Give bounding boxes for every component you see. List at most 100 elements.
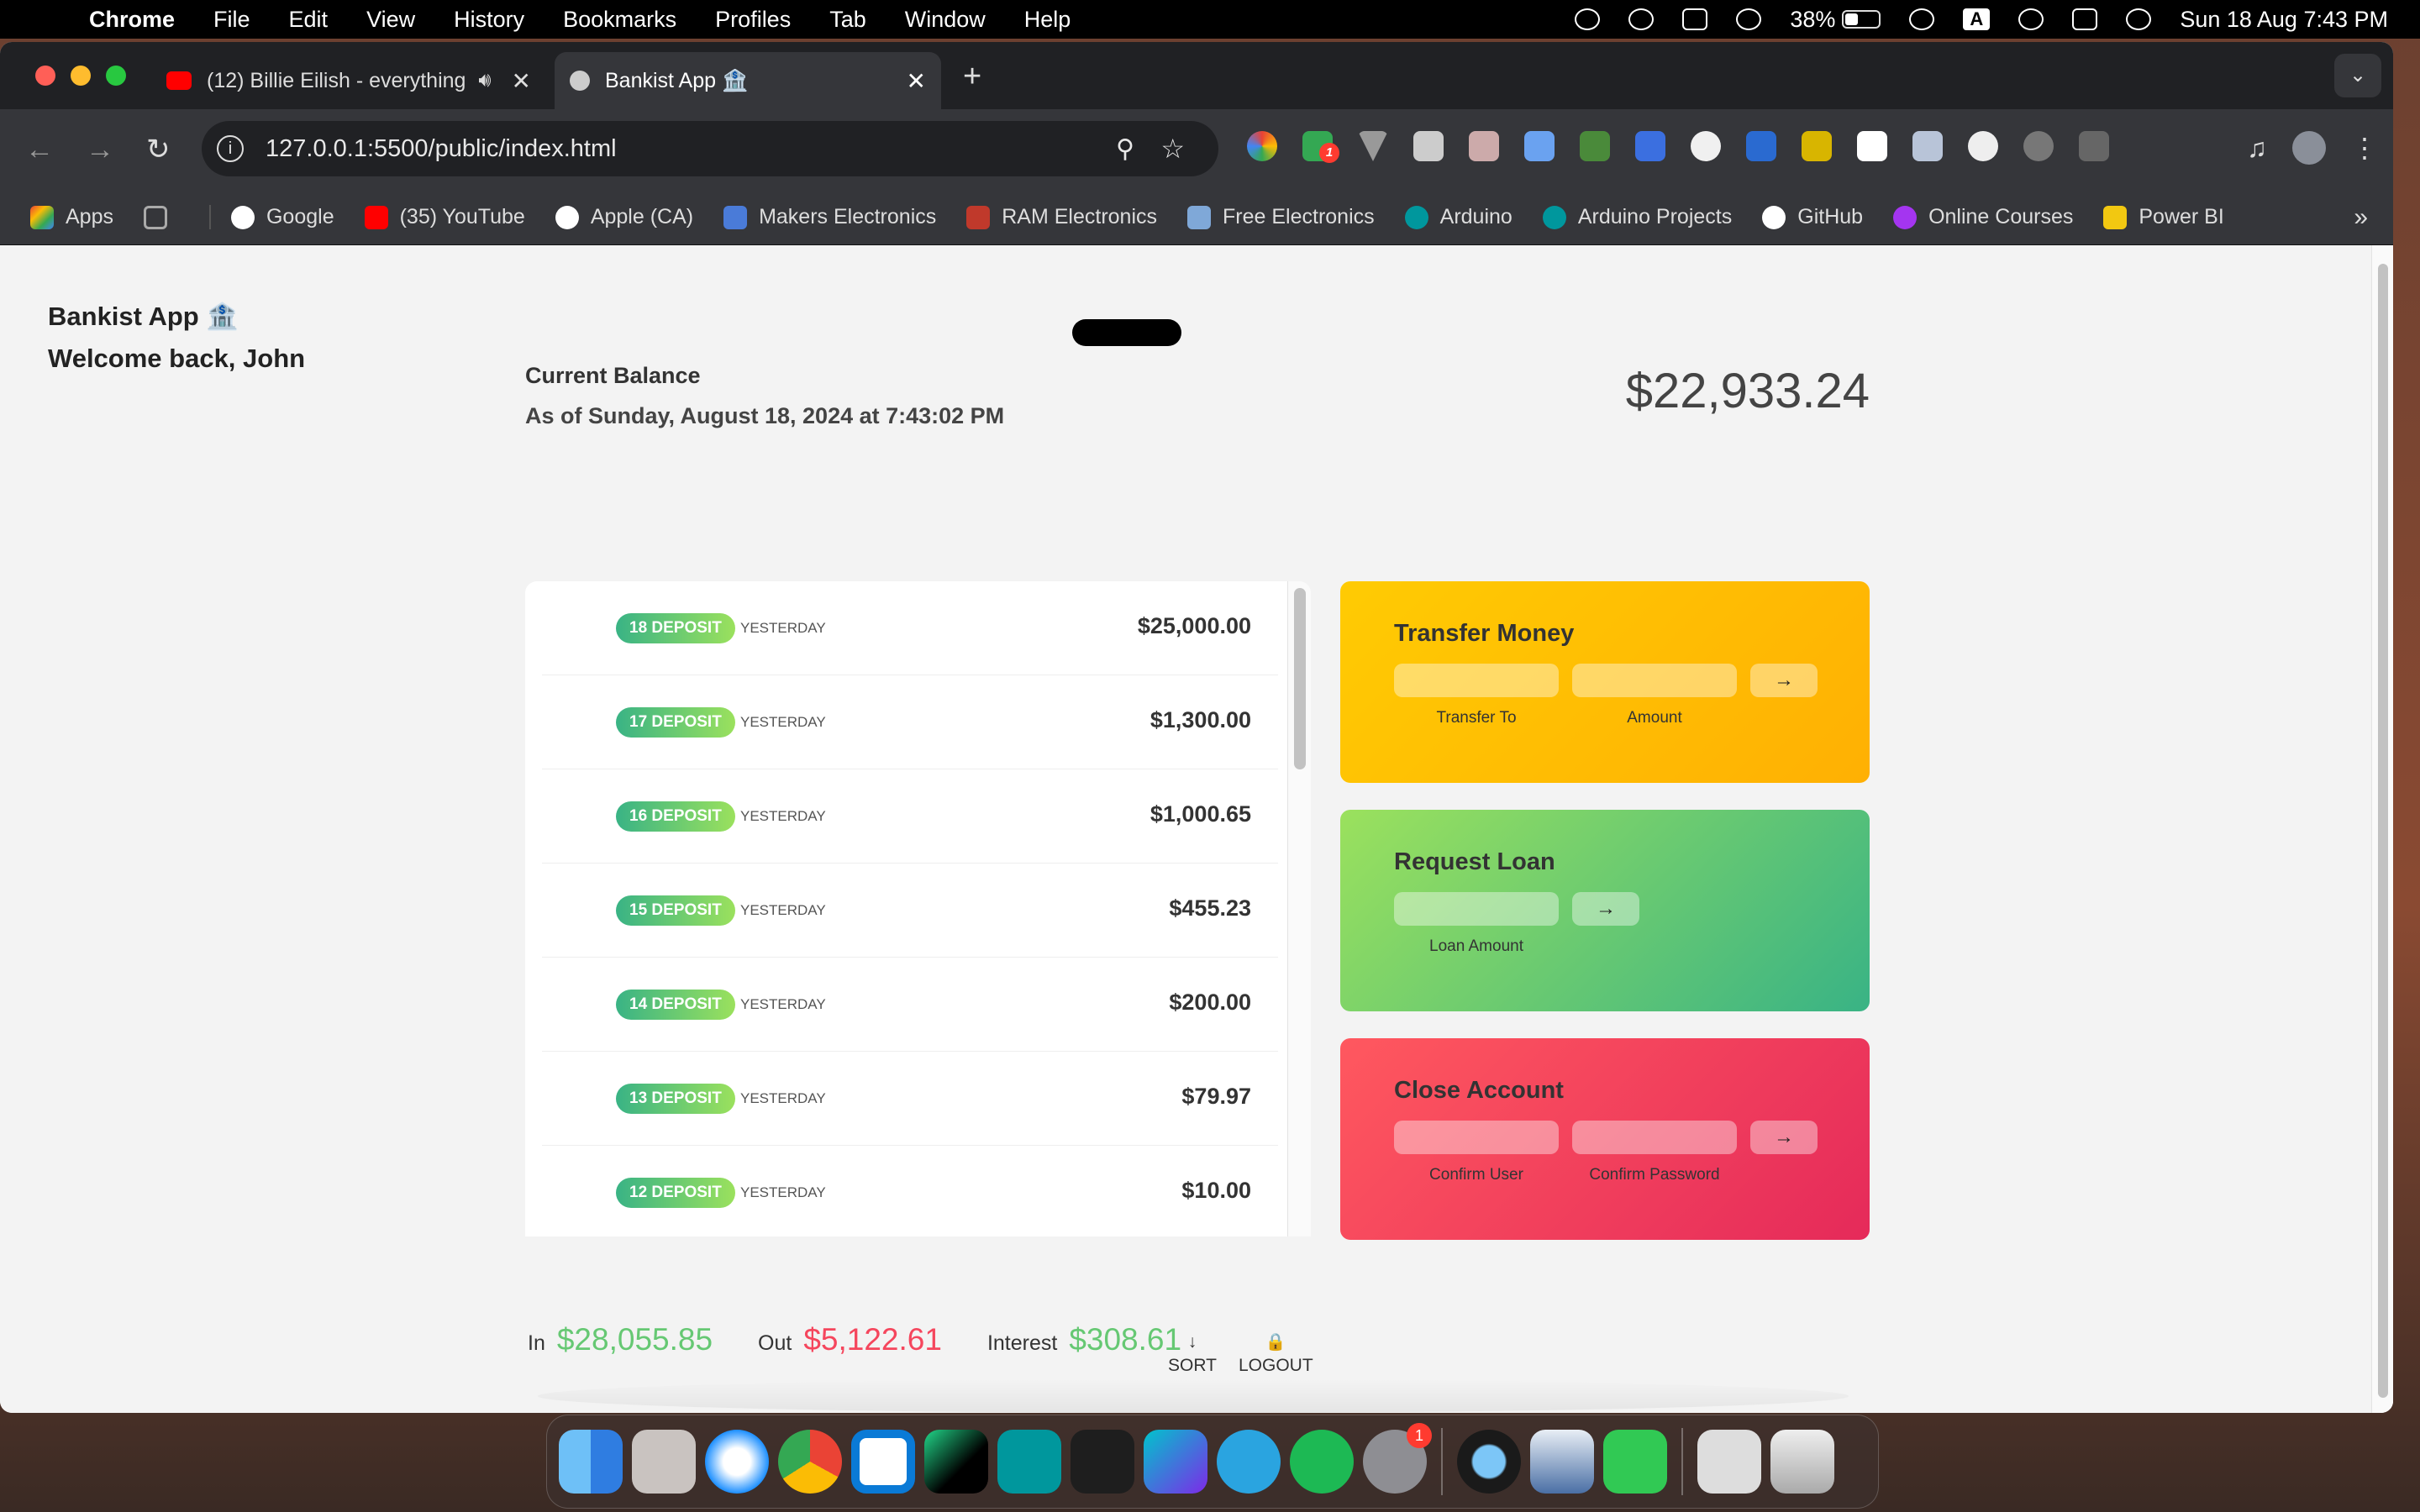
audio-playing-icon[interactable]: 🔊︎	[478, 69, 491, 92]
address-bar[interactable]: i 127.0.0.1:5500/public/index.html ⚲ ☆	[202, 121, 1218, 176]
brightness-icon[interactable]	[1736, 8, 1762, 30]
s-extension-icon[interactable]	[1857, 131, 1887, 161]
close-window-button[interactable]	[35, 66, 55, 86]
url-text[interactable]: 127.0.0.1:5500/public/index.html	[266, 135, 617, 163]
canva-icon[interactable]	[1144, 1430, 1207, 1494]
code-extension-icon[interactable]	[1746, 131, 1776, 161]
json-extension-icon[interactable]	[1968, 131, 1998, 161]
bookmark-free-electronics[interactable]: Free Electronics	[1187, 205, 1375, 229]
launchpad-icon[interactable]	[632, 1430, 696, 1494]
shield-extension-icon[interactable]	[1912, 131, 1943, 161]
grammar-extension-icon[interactable]: 1	[1302, 131, 1339, 163]
facetime-icon[interactable]	[1603, 1430, 1667, 1494]
wifi-icon[interactable]	[1909, 8, 1935, 30]
stage-manager-icon[interactable]	[1682, 8, 1708, 30]
battery-status[interactable]: 38%	[1790, 7, 1881, 33]
clion-icon[interactable]	[924, 1430, 988, 1494]
bookmark-power-bi[interactable]: Power BI	[2103, 205, 2224, 229]
loan-submit-button[interactable]: →	[1572, 892, 1639, 926]
minimize-window-button[interactable]	[71, 66, 91, 86]
airdrop-icon[interactable]	[1628, 8, 1655, 30]
menu-profiles[interactable]: Profiles	[715, 7, 791, 33]
spotlight-search-icon[interactable]	[2018, 8, 2044, 30]
bookmark-makers-electronics[interactable]: Makers Electronics	[723, 205, 936, 229]
bookmark-google[interactable]: Google	[208, 205, 334, 229]
input-source-icon[interactable]: A	[1963, 8, 1991, 30]
formula-extension-icon[interactable]	[1413, 131, 1444, 161]
vue-devtools-extension-icon[interactable]	[1358, 131, 1388, 161]
sort-button[interactable]: ↓ SORT	[1168, 1331, 1217, 1378]
tab-search-icon[interactable]: ⌄	[2334, 54, 2381, 97]
finder-icon[interactable]	[559, 1430, 623, 1494]
profile-avatar[interactable]	[2292, 131, 2326, 165]
movements-list[interactable]: 18 DEPOSIT YESTERDAY $25,000.00 17 DEPOS…	[525, 581, 1311, 1236]
new-tab-button[interactable]: +	[963, 59, 981, 95]
movements-scrollbar[interactable]	[1287, 581, 1311, 1236]
bookmark-github[interactable]: GitHub	[1762, 205, 1863, 229]
bookmark-arduino-projects[interactable]: Arduino Projects	[1542, 205, 1732, 229]
arduino-ide-icon[interactable]	[997, 1430, 1061, 1494]
play-icon[interactable]	[1575, 8, 1601, 30]
site-info-icon[interactable]: i	[217, 135, 244, 162]
menu-app-name[interactable]: Chrome	[89, 7, 175, 33]
bookmark-apple[interactable]: Apple (CA)	[555, 205, 693, 229]
transfer-to-input[interactable]	[1394, 664, 1559, 697]
confirm-password-input[interactable]	[1572, 1121, 1737, 1154]
menu-bookmarks[interactable]: Bookmarks	[563, 7, 676, 33]
menu-window[interactable]: Window	[905, 7, 986, 33]
notion-extension-icon[interactable]	[1469, 131, 1499, 161]
bookmarks-overflow-icon[interactable]: »	[2354, 203, 2368, 232]
menu-view[interactable]: View	[366, 7, 415, 33]
transfer-submit-button[interactable]: →	[1750, 664, 1818, 697]
trash-icon[interactable]	[1770, 1430, 1834, 1494]
menu-history[interactable]: History	[454, 7, 524, 33]
bookmark-star-icon[interactable]: ☆	[1160, 133, 1185, 165]
ruler-extension-icon[interactable]	[1802, 131, 1832, 161]
bookmark-tab-groups[interactable]	[143, 205, 179, 229]
system-settings-icon[interactable]: 1	[1363, 1423, 1432, 1494]
scrollbar-thumb[interactable]	[1294, 588, 1306, 769]
tab-bankist[interactable]: Bankist App 🏦 ✕	[555, 52, 941, 109]
forward-icon[interactable]: →	[86, 134, 121, 166]
close-submit-button[interactable]: →	[1750, 1121, 1818, 1154]
docs-extension-icon[interactable]	[1524, 131, 1555, 161]
user-folder-icon[interactable]	[1697, 1430, 1761, 1494]
transfer-amount-input[interactable]	[1572, 664, 1737, 697]
spotify-icon[interactable]	[1290, 1430, 1354, 1494]
figma-icon[interactable]	[1071, 1430, 1134, 1494]
bookmark-youtube[interactable]: (35) YouTube	[364, 205, 525, 229]
menu-file[interactable]: File	[213, 7, 250, 33]
menu-tab[interactable]: Tab	[829, 7, 866, 33]
menu-help[interactable]: Help	[1024, 7, 1071, 33]
chrome-menu-icon[interactable]: ⋮	[2351, 132, 2378, 164]
bookmark-ram-electronics[interactable]: RAM Electronics	[966, 205, 1157, 229]
vscode-icon[interactable]	[851, 1430, 915, 1494]
chrome-icon[interactable]	[778, 1430, 842, 1494]
bookmark-arduino[interactable]: Arduino	[1404, 205, 1512, 229]
menu-edit[interactable]: Edit	[289, 7, 329, 33]
tree-extension-icon[interactable]	[1580, 131, 1610, 161]
bookmark-apps[interactable]: Apps	[30, 205, 113, 229]
close-tab-icon[interactable]: ✕	[512, 67, 531, 95]
logout-button[interactable]: 🔒 LOGOUT	[1239, 1331, 1313, 1378]
media-control-icon[interactable]: ♫	[2247, 133, 2267, 164]
back-icon[interactable]: ←	[25, 134, 60, 166]
siri-icon[interactable]	[2126, 8, 2152, 30]
bookmark-online-courses[interactable]: Online Courses	[1893, 205, 2073, 229]
drop-extension-icon[interactable]	[2023, 131, 2054, 161]
zoom-icon[interactable]: ⚲	[1116, 134, 1134, 164]
telegram-icon[interactable]	[1217, 1430, 1281, 1494]
zoom-window-button[interactable]	[106, 66, 126, 86]
reload-icon[interactable]: ↻	[146, 133, 182, 166]
close-tab-icon[interactable]: ✕	[907, 67, 926, 95]
page-scrollbar-thumb[interactable]	[2378, 264, 2388, 1398]
clock[interactable]: Sun 18 Aug 7:43 PM	[2180, 7, 2388, 33]
control-center-icon[interactable]	[2072, 8, 2098, 30]
page-scrollbar[interactable]	[2371, 245, 2393, 1413]
confirm-user-input[interactable]	[1394, 1121, 1559, 1154]
puzzle-extensions-icon[interactable]	[2079, 131, 2109, 161]
tab-youtube[interactable]: (12) Billie Eilish - everything 🔊︎ ✕	[151, 52, 546, 109]
safari-icon[interactable]	[705, 1430, 769, 1494]
loan-amount-input[interactable]	[1394, 892, 1559, 926]
eye-extension-icon[interactable]	[1691, 131, 1721, 161]
